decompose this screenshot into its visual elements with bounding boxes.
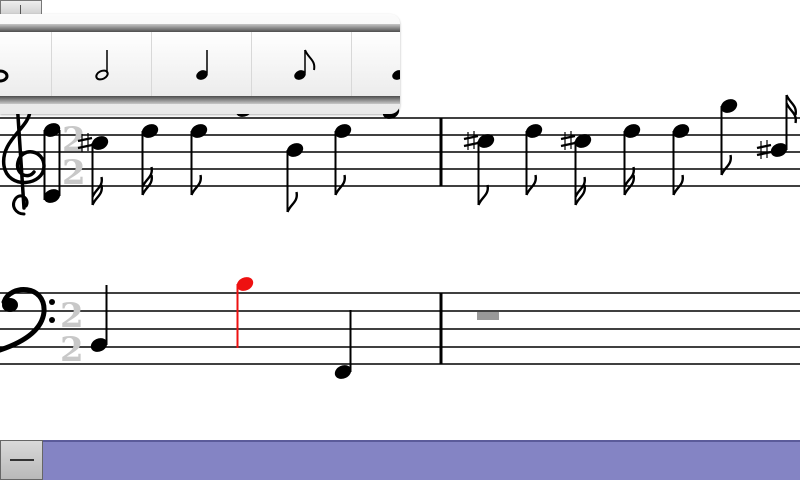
sharp-icon bbox=[756, 140, 772, 159]
note[interactable] bbox=[463, 131, 496, 206]
note[interactable] bbox=[285, 141, 306, 213]
sharp-icon bbox=[560, 131, 576, 150]
treble-time-signature-bottom: 2 bbox=[62, 153, 86, 193]
whole-note-icon bbox=[0, 69, 9, 83]
note[interactable] bbox=[671, 122, 692, 196]
note-flag bbox=[525, 174, 538, 196]
note[interactable] bbox=[756, 94, 798, 159]
eighth-note-icon bbox=[294, 49, 316, 80]
bass-staff: 2 2 bbox=[0, 287, 800, 370]
note[interactable] bbox=[524, 122, 545, 196]
sharp-icon bbox=[463, 131, 479, 150]
half-note-icon bbox=[95, 50, 109, 81]
treble-clef-icon bbox=[2, 98, 46, 216]
note-flag bbox=[672, 174, 685, 196]
palette-item-sixteenth[interactable] bbox=[352, 32, 400, 96]
note-flag bbox=[334, 174, 347, 196]
palette-item-half[interactable] bbox=[52, 32, 152, 96]
note-flag bbox=[720, 154, 733, 176]
bass-clef-icon bbox=[0, 287, 55, 353]
note-flag bbox=[286, 191, 299, 213]
zoom-out-button[interactable] bbox=[0, 440, 43, 480]
note[interactable] bbox=[560, 131, 593, 206]
note[interactable] bbox=[140, 122, 161, 196]
palette-item-whole[interactable] bbox=[0, 32, 52, 96]
note[interactable] bbox=[622, 122, 643, 196]
treble-staff: 2 2 bbox=[0, 98, 800, 216]
quarter-note-icon bbox=[196, 50, 208, 80]
whole-rest[interactable] bbox=[477, 312, 499, 320]
minus-icon bbox=[10, 459, 34, 461]
bass-time-signature-bottom: 2 bbox=[60, 330, 84, 370]
note[interactable] bbox=[333, 122, 354, 196]
note[interactable] bbox=[333, 310, 354, 381]
notes-layer bbox=[43, 94, 798, 381]
note[interactable] bbox=[89, 285, 110, 354]
bottom-toolbar bbox=[0, 440, 800, 480]
palette-item-quarter[interactable] bbox=[152, 32, 252, 96]
note-duration-palette bbox=[0, 14, 400, 114]
palette-rail-top bbox=[0, 24, 400, 32]
note-flag bbox=[477, 184, 490, 206]
palette-strip[interactable] bbox=[0, 32, 400, 96]
palette-item-eighth[interactable] bbox=[252, 32, 352, 96]
note-flag bbox=[190, 174, 203, 196]
note[interactable] bbox=[719, 97, 740, 176]
note[interactable] bbox=[189, 122, 210, 196]
sixteenth-note-icon bbox=[392, 70, 400, 80]
palette-rail-bottom bbox=[0, 96, 400, 104]
